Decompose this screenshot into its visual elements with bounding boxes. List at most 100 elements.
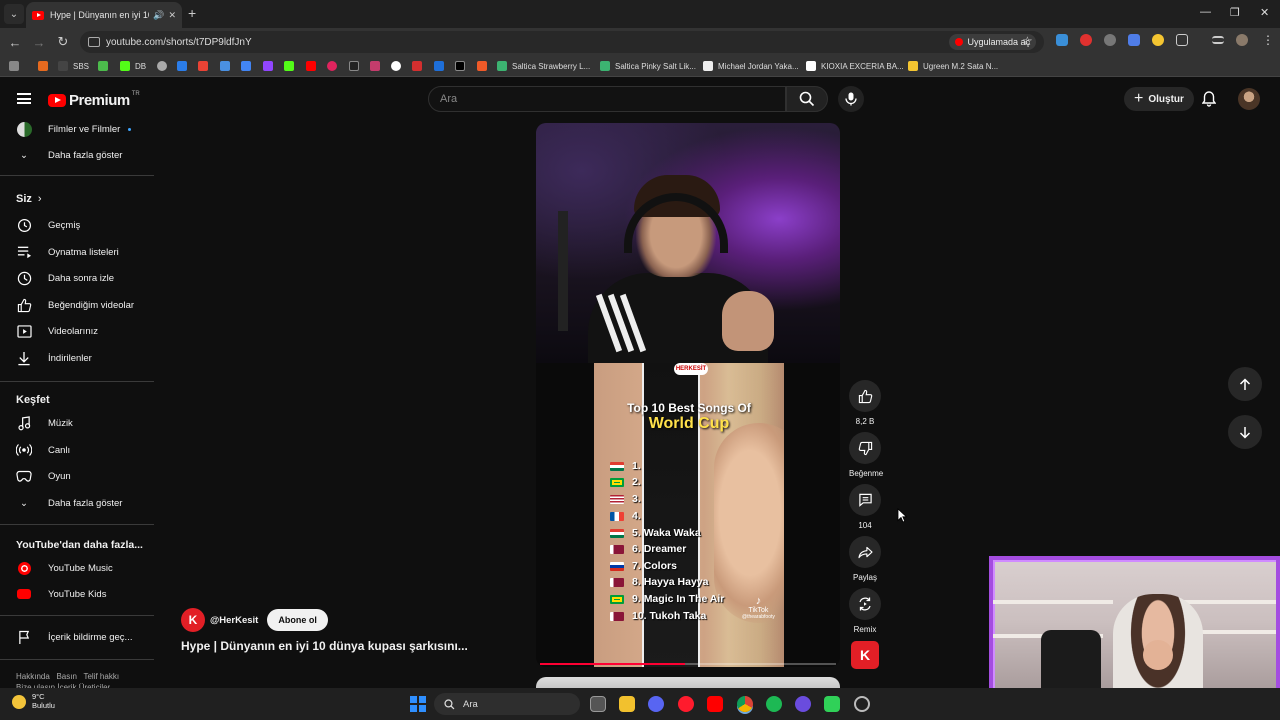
new-tab-button[interactable]: + — [188, 5, 196, 21]
close-window-button[interactable]: ✕ — [1260, 6, 1269, 19]
tab-close-icon[interactable]: ✕ — [168, 10, 176, 21]
app-icon-green[interactable] — [824, 696, 840, 712]
audio-playing-icon[interactable]: 🔊 — [153, 10, 164, 21]
voice-search-button[interactable] — [838, 86, 864, 112]
bookmark-db[interactable]: DB — [120, 61, 146, 71]
sidebar-item-history[interactable]: Geçmiş — [0, 212, 154, 238]
reading-list-icon[interactable] — [1212, 36, 1224, 44]
app-icon-notification[interactable] — [854, 696, 870, 712]
taskbar-search[interactable]: Ara — [434, 693, 580, 715]
sidebar-item-music[interactable]: Müzik — [0, 410, 154, 436]
account-avatar[interactable] — [1238, 88, 1260, 110]
extensions-puzzle-icon[interactable] — [1176, 34, 1188, 46]
chrome-icon[interactable] — [737, 696, 753, 712]
task-view-icon[interactable] — [590, 696, 606, 712]
sidebar-show-more-2[interactable]: ⌄ Daha fazla göster — [0, 490, 154, 516]
opera-icon[interactable] — [678, 696, 694, 712]
bookmark-youtube-icon[interactable] — [306, 61, 321, 71]
bookmark-icon-11[interactable] — [391, 61, 406, 71]
dislike-button[interactable] — [849, 432, 881, 464]
bookmark-icon-9[interactable] — [349, 61, 364, 71]
bookmark-icon-8[interactable] — [327, 61, 342, 71]
bookmark-icon-4[interactable] — [177, 61, 192, 71]
extension-record-icon[interactable] — [1080, 34, 1092, 46]
extension-shield-icon[interactable] — [1104, 34, 1116, 46]
share-button[interactable] — [849, 536, 881, 568]
channel-avatar[interactable]: K — [181, 608, 205, 632]
sidebar-item-report-history[interactable]: İçerik bildirme geç... — [0, 624, 154, 650]
bookmark-icon-1[interactable] — [38, 61, 53, 71]
site-info-icon[interactable] — [88, 37, 100, 47]
comments-button[interactable] — [849, 484, 881, 516]
browser-tab-active[interactable]: Hype | Dünyanın en iyi 10 dü 🔊 ✕ — [26, 2, 182, 28]
apps-grid-icon[interactable] — [9, 61, 24, 71]
forward-button[interactable]: → — [27, 35, 51, 50]
sidebar-item-live[interactable]: Canlı — [0, 437, 154, 463]
like-button[interactable] — [849, 380, 881, 412]
youtube-premium-logo[interactable]: Premium TR — [48, 91, 140, 109]
sidebar-item-watch-later[interactable]: Daha sonra izle — [0, 265, 154, 291]
windows-start-icon[interactable] — [410, 696, 426, 712]
sidebar-item-gaming[interactable]: Oyun — [0, 463, 154, 489]
search-input[interactable]: Ara — [428, 86, 786, 112]
reload-button[interactable]: ↻ — [51, 34, 75, 50]
spotify-icon[interactable] — [766, 696, 782, 712]
bookmark-kioxia[interactable]: KIOXIA EXCERIA BA... — [806, 61, 904, 71]
footer-links[interactable]: Hakkında Basın Telif hakkı — [16, 672, 119, 681]
sidebar-item-liked-videos[interactable]: Beğendiğim videolar — [0, 292, 154, 318]
previous-short-button[interactable] — [1228, 367, 1262, 401]
file-explorer-icon[interactable] — [619, 696, 635, 712]
subscribe-button[interactable]: Abone ol — [267, 609, 328, 631]
sidebar-item-downloads[interactable]: İndirilenler — [0, 345, 154, 371]
create-button[interactable]: + Oluştur — [1124, 87, 1194, 111]
bookmark-icon-5[interactable] — [198, 61, 213, 71]
restore-button[interactable]: ❐ — [1230, 6, 1240, 19]
bookmark-icon-10[interactable] — [370, 61, 385, 71]
bookmark-sbs[interactable]: SBS — [58, 61, 89, 71]
back-button[interactable]: ← — [3, 35, 27, 50]
bookmark-icon-3[interactable] — [157, 61, 172, 71]
notifications-button[interactable] — [1201, 91, 1217, 112]
app-icon-purple[interactable] — [795, 696, 811, 712]
bookmark-star-icon[interactable]: ☆ — [1022, 34, 1033, 48]
sidebar-item-youtube-kids[interactable]: YouTube Kids — [0, 581, 154, 607]
search-button[interactable] — [786, 86, 828, 112]
sidebar-show-more-1[interactable]: ⌄ Daha fazla göster — [0, 142, 154, 168]
bookmark-saltica-strawberry[interactable]: Saltica Strawberry L... — [497, 61, 590, 71]
next-short-button[interactable] — [1228, 415, 1262, 449]
youtube-app-taskbar-icon[interactable] — [707, 696, 723, 712]
extension-moon-icon[interactable] — [1152, 34, 1164, 46]
bookmark-icon-12[interactable] — [412, 61, 427, 71]
bookmark-icon-2[interactable] — [98, 61, 113, 71]
bookmark-icon-14[interactable] — [477, 61, 492, 71]
bookmark-ugreen[interactable]: Ugreen M.2 Sata N... — [908, 61, 998, 71]
menu-icon[interactable] — [17, 93, 31, 104]
extension-translate-icon[interactable] — [1056, 34, 1068, 46]
bookmark-icon-7[interactable] — [241, 61, 256, 71]
sidebar-item-playlists[interactable]: Oynatma listeleri — [0, 239, 154, 265]
sidebar-item-youtube-music[interactable]: YouTube Music — [0, 555, 154, 581]
channel-pivot-button[interactable]: K — [851, 641, 879, 669]
bookmark-icon-6[interactable] — [220, 61, 235, 71]
sidebar-item-filmler[interactable]: Filmler ve Filmler — [0, 116, 154, 142]
sidebar-item-your-videos[interactable]: Videolarınız — [0, 318, 154, 344]
tab-search-button[interactable]: ⌄ — [4, 4, 24, 24]
channel-handle[interactable]: @HerKesit — [210, 615, 258, 626]
address-bar[interactable]: youtube.com/shorts/t7DP9ldfJnY Uygulamad… — [80, 31, 1044, 53]
shorts-player[interactable]: HERKESİT Top 10 Best Songs Of World Cup … — [536, 123, 840, 667]
bookmark-kick-icon[interactable] — [284, 61, 299, 71]
bookmark-icon-13[interactable] — [434, 61, 449, 71]
bookmark-michael-jordan[interactable]: Michael Jordan Yaka... — [703, 61, 799, 71]
remix-button[interactable] — [849, 588, 881, 620]
bookmark-twitch-icon[interactable] — [263, 61, 278, 71]
discord-icon[interactable] — [648, 696, 664, 712]
profile-icon[interactable] — [1236, 34, 1248, 46]
extension-audio-icon[interactable] — [1128, 34, 1140, 46]
weather-widget[interactable]: 9°C Bulutlu — [12, 692, 55, 710]
section-you-heading[interactable]: Siz › — [16, 193, 42, 205]
minimize-button[interactable]: — — [1200, 6, 1211, 18]
video-title[interactable]: Hype | Dünyanın en iyi 10 dünya kupası ş… — [181, 639, 468, 653]
browser-menu-icon[interactable]: ⋮ — [1262, 33, 1274, 47]
video-progress-bar[interactable] — [540, 663, 836, 665]
bookmark-x-icon[interactable] — [455, 61, 470, 71]
